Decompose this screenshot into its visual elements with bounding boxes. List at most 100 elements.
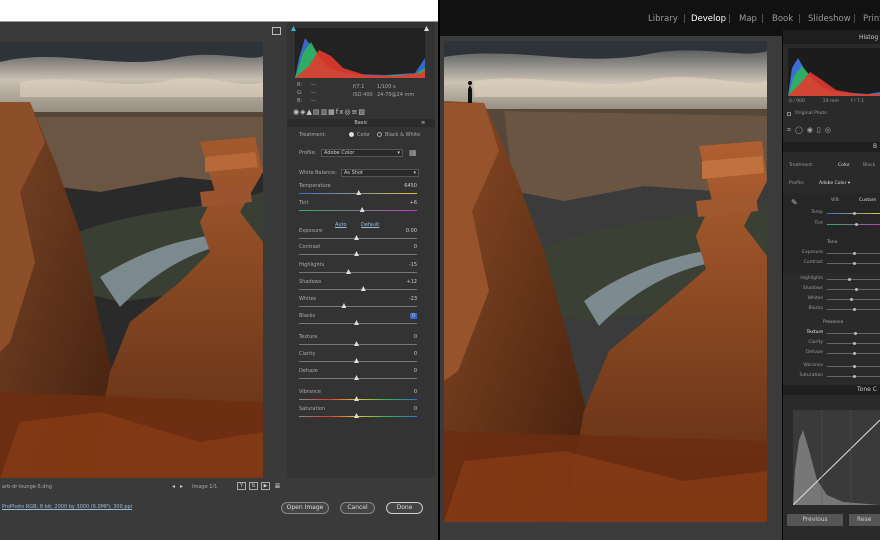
previous-button[interactable]: Previous — [787, 514, 843, 526]
module-print[interactable]: Print — [863, 14, 880, 24]
aperture-value: f/7.1 — [353, 84, 365, 90]
lr-clarity-handle[interactable] — [852, 342, 856, 345]
open-image-button[interactable]: Open Image — [281, 502, 329, 514]
preview-toggle-icon[interactable]: ▶ — [261, 482, 270, 490]
lr-wb-value[interactable]: Custom — [859, 198, 876, 203]
red-readout-value: --- — [311, 82, 317, 88]
lr-highlights-handle[interactable] — [848, 278, 852, 281]
slider-vibrance[interactable]: Vibrance 0 — [295, 388, 423, 404]
slider-value[interactable]: 0 — [414, 389, 417, 395]
slider-value[interactable]: 0 — [414, 351, 417, 357]
slider-value[interactable]: 0 — [414, 244, 417, 250]
lr-profile-select[interactable]: Adobe Color ▾ — [819, 181, 850, 186]
lr-shadows-slider[interactable] — [827, 289, 880, 290]
acr-bottom-bar: arb-dr-lounge-5.dng ◂ ▸ Image 1/1 Y ⇅ ▶ … — [0, 478, 438, 540]
before-after-y-icon[interactable]: Y — [237, 482, 246, 490]
slider-value[interactable]: -15 — [409, 262, 417, 268]
profile-browser-icon[interactable]: ▦ — [409, 148, 417, 157]
lightroom-photo[interactable] — [444, 41, 767, 522]
tone-curve-header[interactable]: Tone C — [783, 385, 880, 395]
slider-track[interactable] — [299, 210, 417, 211]
module-slideshow[interactable]: Slideshow — [808, 14, 851, 24]
lr-dehaze-handle[interactable] — [852, 352, 856, 355]
lr-vibrance-handle[interactable] — [852, 365, 856, 368]
lr-color-option[interactable]: Color — [838, 163, 850, 168]
module-library[interactable]: Library — [648, 14, 678, 24]
hsl-tab-icon[interactable]: ▤ — [313, 108, 321, 116]
slider-label: Shadows — [299, 279, 322, 285]
slider-track[interactable] — [299, 272, 417, 273]
slider-texture[interactable]: Texture 0 — [295, 333, 423, 349]
lr-texture-handle[interactable] — [853, 332, 857, 335]
slider-value[interactable]: 6450 — [404, 183, 417, 189]
lr-shadows-handle[interactable] — [855, 288, 859, 291]
lr-whites-slider[interactable] — [827, 299, 880, 300]
reset-button[interactable]: Rese — [849, 514, 880, 526]
slider-whites[interactable]: Whites -23 — [295, 295, 423, 311]
slider-track[interactable] — [299, 289, 417, 290]
slider-value[interactable]: +12 — [406, 279, 417, 285]
basic-panel-header[interactable]: B — [783, 142, 880, 152]
lr-tint-slider[interactable] — [827, 224, 880, 225]
color-radio[interactable] — [349, 132, 354, 137]
window-titlebar[interactable] — [0, 0, 438, 22]
profile-select[interactable]: Adobe Color ▾ — [321, 149, 403, 157]
slider-temperature[interactable]: Temperature 6450 — [295, 182, 423, 198]
slider-blacks[interactable]: Blacks 0 — [295, 312, 423, 328]
fullscreen-toggle-icon[interactable] — [272, 27, 281, 35]
slider-value[interactable]: 0.00 — [406, 228, 417, 234]
slider-value[interactable]: 0 — [409, 313, 417, 319]
slider-clarity[interactable]: Clarity 0 — [295, 350, 423, 366]
eyedropper-icon[interactable]: ✎ — [791, 198, 798, 207]
slider-shadows[interactable]: Shadows +12 — [295, 278, 423, 294]
crop-tool-icon[interactable]: ⌗ — [787, 126, 795, 134]
red-eye-icon[interactable]: ◉ — [807, 126, 817, 134]
prev-image-icon[interactable]: ◂ — [172, 483, 175, 490]
lr-whites-handle[interactable] — [849, 298, 853, 301]
graduated-filter-icon[interactable]: ▯ — [817, 126, 825, 134]
lens-tab-icon[interactable]: ▦ — [328, 108, 336, 116]
slider-track[interactable] — [299, 306, 417, 307]
slider-exposure[interactable]: Exposure 0.00 — [295, 227, 423, 243]
snapshots-tab-icon[interactable]: ▧ — [358, 108, 366, 116]
hist-iso-value: 0 / 000 — [789, 99, 805, 104]
module-develop[interactable]: Develop — [691, 14, 726, 24]
panel-menu-icon[interactable]: ≡ — [421, 120, 425, 126]
slider-highlights[interactable]: Highlights -15 — [295, 261, 423, 277]
spot-removal-icon[interactable]: ◯ — [795, 126, 807, 134]
slider-value[interactable]: +6 — [410, 200, 417, 206]
panel-title-basic: Basic — [287, 119, 435, 127]
white-balance-select[interactable]: As Shot ▾ — [341, 169, 419, 177]
cancel-button[interactable]: Cancel — [340, 502, 375, 514]
slider-value[interactable]: -23 — [409, 296, 417, 302]
chevron-down-icon: ▾ — [847, 181, 851, 186]
lr-saturation-handle[interactable] — [852, 375, 856, 378]
preview-settings-icon[interactable]: ≣ — [273, 482, 282, 490]
lr-temp-handle[interactable] — [852, 212, 856, 215]
bw-radio[interactable] — [377, 132, 382, 137]
slider-contrast[interactable]: Contrast 0 — [295, 243, 423, 259]
module-book[interactable]: Book — [772, 14, 793, 24]
split-tone-tab-icon[interactable]: ▥ — [321, 108, 329, 116]
lr-contrast-handle[interactable] — [852, 262, 856, 265]
lr-bw-option[interactable]: Black — [863, 163, 875, 168]
next-image-icon[interactable]: ▸ — [180, 483, 183, 490]
slider-value[interactable]: 0 — [414, 368, 417, 374]
workflow-options-link[interactable]: ProPhoto RGB; 8 bit; 2000 by 3000 (6.0MP… — [2, 504, 132, 510]
tone-curve-graph[interactable] — [792, 410, 880, 506]
module-map[interactable]: Map — [739, 14, 757, 24]
slider-value[interactable]: 0 — [414, 334, 417, 340]
done-button[interactable]: Done — [386, 502, 423, 514]
slider-dehaze[interactable]: Dehaze 0 — [295, 367, 423, 383]
slider-value[interactable]: 0 — [414, 406, 417, 412]
original-photo-checkbox[interactable] — [787, 112, 791, 116]
slider-tint[interactable]: Tint +6 — [295, 199, 423, 215]
acr-image-preview[interactable] — [0, 42, 263, 478]
radial-filter-icon[interactable]: ◎ — [825, 126, 835, 134]
slider-saturation[interactable]: Saturation 0 — [295, 405, 423, 421]
lr-exposure-handle[interactable] — [852, 252, 856, 255]
canyon-photo-large — [444, 41, 767, 522]
lr-blacks-handle[interactable] — [852, 308, 856, 311]
lr-highlights-slider[interactable] — [827, 279, 880, 280]
before-after-toggle-icon[interactable]: ⇅ — [249, 482, 258, 490]
